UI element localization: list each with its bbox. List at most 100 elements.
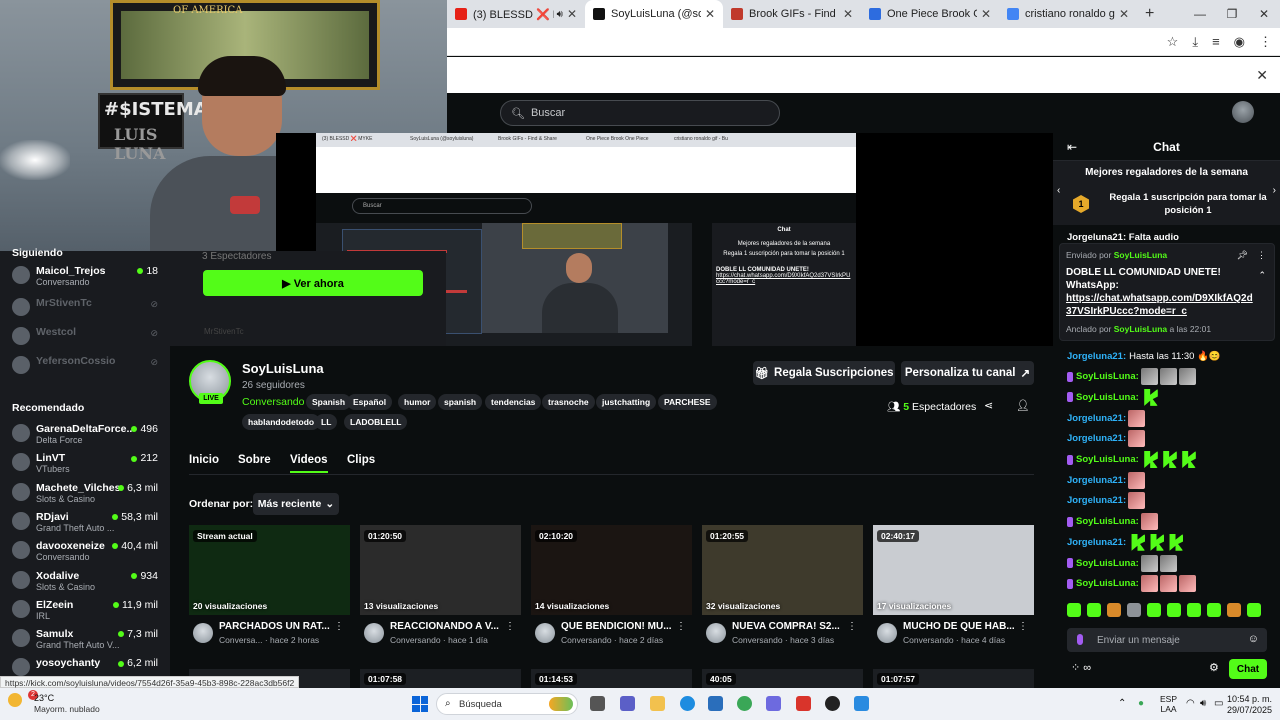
tab-inicio[interactable]: Inicio	[189, 454, 219, 466]
chrome-icon[interactable]	[737, 696, 752, 711]
video-thumbnail[interactable]: 02:40:17 17 visualizaciones	[873, 525, 1034, 615]
chat-username[interactable]: Jorgeluna21:	[1067, 351, 1126, 362]
video-category[interactable]: Conversando	[390, 635, 441, 645]
emote-icon[interactable]	[1178, 575, 1196, 593]
sidebar-channel[interactable]: YefersonCossio ⊘	[12, 353, 162, 381]
watch-now-button[interactable]: ▶ Ver ahora	[203, 270, 423, 296]
emote-icon[interactable]	[1227, 603, 1241, 617]
pinned-message-link[interactable]: https://chat.whatsapp.com/D9XIkfAQ2d37VS…	[1066, 292, 1256, 318]
close-tab-icon[interactable]: ✕	[843, 7, 853, 21]
pin-icon[interactable]: 📌︎	[1237, 250, 1248, 261]
emote-icon[interactable]	[1207, 603, 1221, 617]
tag-chip[interactable]: Spanish	[306, 394, 352, 410]
emote-icon[interactable]	[1140, 554, 1158, 572]
video-channel-avatar[interactable]	[877, 623, 897, 643]
video-channel-avatar[interactable]	[535, 623, 555, 643]
task-view-icon[interactable]	[590, 696, 605, 711]
windows-start-icon[interactable]	[412, 696, 428, 712]
sidebar-channel[interactable]: LinVT VTubers 212	[12, 450, 162, 478]
video-category[interactable]: Conversa...	[219, 635, 262, 645]
tag-chip[interactable]: trasnoche	[542, 394, 595, 410]
sidebar-channel[interactable]: ElZeein IRL 11,9 mil	[12, 597, 162, 625]
video-title[interactable]: MUCHO DE QUE HAB...	[903, 621, 1015, 632]
emote-icon[interactable]	[1147, 603, 1161, 617]
more-options-icon[interactable]: ⋮	[1257, 250, 1266, 261]
chat-username[interactable]: Jorgeluna21:	[1067, 433, 1126, 444]
emote-icon[interactable]	[1187, 603, 1201, 617]
user-avatar[interactable]	[1232, 101, 1254, 123]
tab-clips[interactable]: Clips	[347, 454, 375, 466]
emoji-icon[interactable]: ☺	[1248, 633, 1259, 645]
chat-username[interactable]: Jorgeluna21:	[1067, 495, 1126, 506]
video-card[interactable]: Stream actual 20 visualizaciones PARCHAD…	[189, 525, 350, 655]
sidebar-channel[interactable]: Westcol ⊘	[12, 324, 162, 352]
more-options-icon[interactable]: ⋮	[847, 621, 857, 632]
store-icon[interactable]	[708, 696, 723, 711]
close-tab-icon[interactable]: ✕	[1119, 7, 1129, 21]
emote-icon[interactable]	[1159, 368, 1177, 386]
pinned-sent-by-user[interactable]: SoyLuisLuna	[1114, 250, 1167, 260]
sidebar-channel[interactable]: MrStivenTc ⊘	[12, 295, 162, 323]
more-options-icon[interactable]: ⋮	[334, 621, 344, 632]
edge-icon[interactable]	[680, 696, 695, 711]
tag-chip[interactable]: humor	[398, 394, 437, 410]
channel-name[interactable]: SoyLuisLuna	[242, 361, 324, 376]
video-title[interactable]: QUE BENDICION! MU...	[561, 621, 673, 632]
chevron-up-icon[interactable]: ⌃	[1118, 698, 1126, 709]
video-category[interactable]: Conversando	[732, 635, 783, 645]
sidebar-channel[interactable]: RDjavi Grand Theft Auto ... 58,3 mil	[12, 509, 162, 537]
teams-icon[interactable]	[620, 696, 635, 711]
obs-icon[interactable]	[825, 696, 840, 711]
tag-chip[interactable]: LADOBLELL	[344, 414, 408, 430]
tag-chip[interactable]: LL	[315, 414, 338, 430]
chat-message-input[interactable]: Enviar un mensaje ☺	[1067, 628, 1267, 652]
emote-icon[interactable]	[1167, 603, 1181, 617]
chat-username[interactable]: Jorgeluna21:	[1067, 537, 1126, 548]
language-indicator[interactable]: ESP LAA	[1160, 694, 1177, 714]
emote-icon[interactable]	[1150, 533, 1165, 551]
video-channel-avatar[interactable]	[706, 623, 726, 643]
sidebar-channel[interactable]: Xodalive Slots & Casino 934	[12, 568, 162, 596]
sort-dropdown[interactable]: Más reciente ⌄	[253, 493, 339, 515]
emote-icon[interactable]	[1140, 575, 1158, 593]
tag-chip[interactable]: spanish	[438, 394, 483, 410]
chat-username[interactable]: SoyLuisLuna:	[1076, 371, 1139, 382]
gear-icon[interactable]: ⚙	[1209, 661, 1219, 674]
follow-user-icon[interactable]: 👤︎	[1016, 399, 1030, 412]
emote-icon[interactable]	[1128, 430, 1146, 448]
emote-icon[interactable]	[1087, 603, 1101, 617]
video-card[interactable]: 01:20:50 13 visualizaciones REACCIONANDO…	[360, 525, 521, 655]
maximize-icon[interactable]: ❐	[1216, 0, 1248, 28]
video-card[interactable]: 01:07:57	[873, 669, 1034, 688]
app-icon[interactable]	[854, 696, 869, 711]
chat-username[interactable]: SoyLuisLuna:	[1076, 516, 1139, 527]
emote-icon[interactable]	[1131, 533, 1146, 551]
close-tab-icon[interactable]: ✕	[567, 7, 577, 21]
chat-send-button[interactable]: Chat	[1229, 659, 1267, 679]
emote-icon[interactable]	[1247, 603, 1261, 617]
chat-features-icon[interactable]: ⁘ ∞	[1071, 661, 1091, 674]
emote-icon[interactable]	[1128, 471, 1146, 489]
search-input[interactable]: 🔍︎ Buscar	[500, 100, 780, 126]
more-options-icon[interactable]: ⋮	[676, 621, 686, 632]
video-card[interactable]: 01:20:55 32 visualizaciones NUEVA COMPRA…	[702, 525, 863, 655]
app-icon[interactable]	[766, 696, 781, 711]
chat-username[interactable]: SoyLuisLuna:	[1076, 392, 1139, 403]
video-category[interactable]: Conversando	[561, 635, 612, 645]
video-thumbnail[interactable]: 02:10:20 14 visualizaciones	[531, 525, 692, 615]
emote-icon[interactable]	[1127, 603, 1141, 617]
menu-icon[interactable]: ⋮	[1259, 34, 1272, 50]
video-card[interactable]: 02:10:20 14 visualizaciones QUE BENDICIO…	[531, 525, 692, 655]
sidebar-channel[interactable]: Maicol_Trejos Conversando 18	[12, 263, 162, 291]
video-title[interactable]: NUEVA COMPRA! S2...	[732, 621, 844, 632]
star-icon[interactable]: ☆	[1167, 34, 1179, 50]
profile-icon[interactable]: ◉	[1234, 34, 1245, 50]
download-icon[interactable]: ⤓	[1192, 34, 1198, 50]
taskbar-search[interactable]: ⌕ Búsqueda	[436, 693, 578, 715]
chat-username[interactable]: SoyLuisLuna:	[1076, 558, 1139, 569]
sidebar-channel[interactable]: Samulx Grand Theft Auto V... 7,3 mil	[12, 626, 162, 654]
battery-icon[interactable]: ▭	[1214, 698, 1223, 709]
new-tab-button[interactable]: +	[1145, 5, 1154, 23]
sidebar-channel[interactable]: davooxeneize Conversando 40,4 mil	[12, 538, 162, 566]
emote-icon[interactable]	[1128, 492, 1146, 510]
